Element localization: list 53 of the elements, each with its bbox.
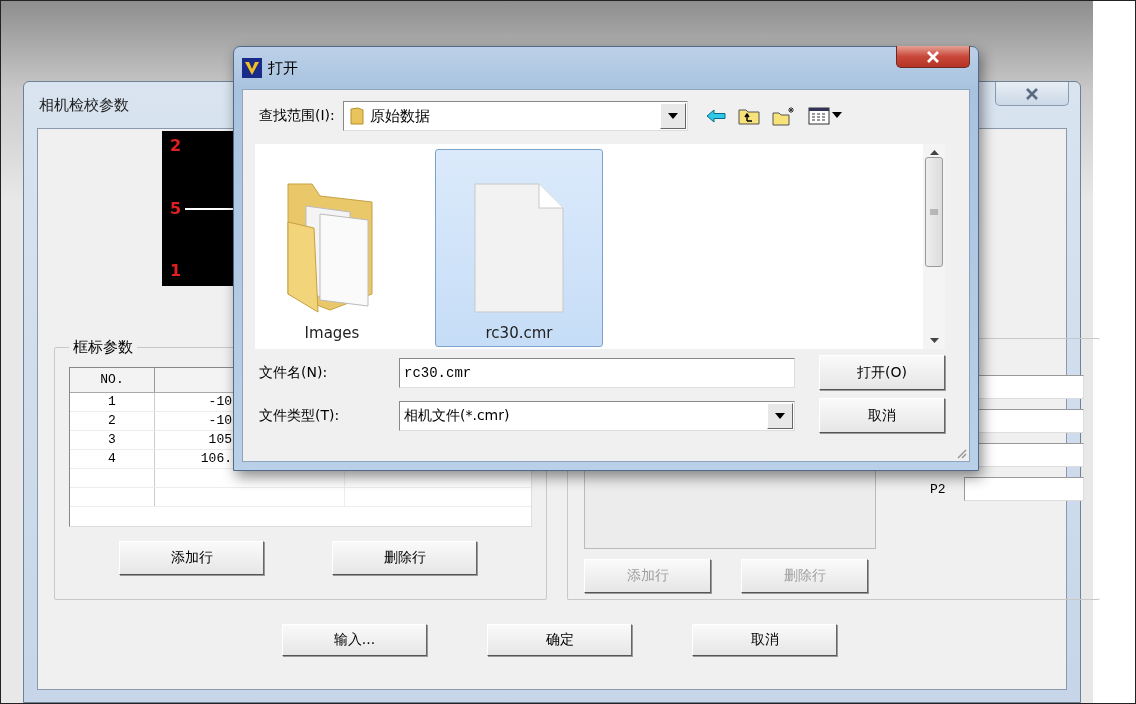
file-type-dropdown[interactable]: 相机文件(*.cmr) — [399, 400, 795, 431]
field-label: 查找范围(I): — [259, 107, 335, 125]
table-cell: 4 — [70, 450, 155, 468]
table-cell: 1 — [70, 393, 155, 411]
action-button[interactable]: 添加行 — [119, 541, 264, 575]
window-title: 相机检校参数 — [38, 95, 129, 115]
scroll-down-icon[interactable] — [929, 338, 939, 343]
preview-label: 2 — [170, 137, 182, 155]
table-cell: 3 — [70, 431, 155, 449]
location-dropdown[interactable]: 原始数据 — [342, 101, 688, 131]
column-header: NO. — [70, 368, 155, 392]
group-title: 框标参数 — [72, 338, 134, 357]
caret-icon — [667, 113, 678, 119]
dropdown-value: 原始数据 — [369, 106, 431, 126]
up-folder-icon[interactable] — [737, 107, 760, 125]
table-cell-text: 106. — [199, 450, 232, 468]
file-item[interactable]: rc30.cmr — [435, 149, 603, 347]
input-field[interactable] — [963, 477, 1084, 501]
file-name-field[interactable]: rc30.cmr — [399, 357, 795, 388]
file-item[interactable]: Images — [257, 149, 407, 347]
action-button[interactable]: 输入... — [282, 624, 427, 656]
cancel-button[interactable]: 取消 — [819, 398, 945, 433]
grip-lines-icon — [930, 208, 938, 215]
field-label: 文件类型(T): — [259, 406, 341, 425]
table-cell: 2 — [70, 412, 155, 430]
file-name: Images — [304, 324, 360, 342]
view-menu-icon[interactable] — [807, 107, 844, 125]
preview-label: 1 — [170, 262, 182, 280]
resize-grip-icon[interactable] — [955, 447, 967, 459]
open-button[interactable]: 打开(O) — [819, 355, 945, 390]
file-name: rc30.cmr — [485, 324, 553, 342]
action-button[interactable]: 删除行 — [332, 541, 477, 575]
field-label: P2 — [930, 481, 946, 497]
app-icon — [242, 58, 262, 78]
table-cell-text: -10 — [207, 412, 232, 430]
dropdown-button[interactable] — [767, 402, 793, 429]
folder-icon — [349, 107, 364, 125]
table-cell-text: -10 — [207, 393, 232, 411]
close-button[interactable] — [995, 82, 1069, 106]
scrollbar[interactable] — [923, 144, 945, 349]
window-title: 打开 — [268, 58, 298, 78]
preview-label: 5 — [170, 199, 182, 218]
table-cell-text: 105 — [207, 431, 232, 449]
action-button[interactable]: 取消 — [692, 624, 837, 656]
close-button[interactable] — [896, 46, 970, 68]
new-folder-icon[interactable] — [771, 106, 796, 126]
back-arrow-icon[interactable] — [705, 109, 726, 123]
action-button[interactable]: 确定 — [487, 624, 632, 656]
field-label: 文件名(N): — [259, 363, 329, 382]
close-icon — [926, 50, 940, 63]
close-icon — [1025, 87, 1039, 100]
dropdown-button[interactable] — [659, 103, 686, 129]
caret-icon — [775, 412, 785, 419]
